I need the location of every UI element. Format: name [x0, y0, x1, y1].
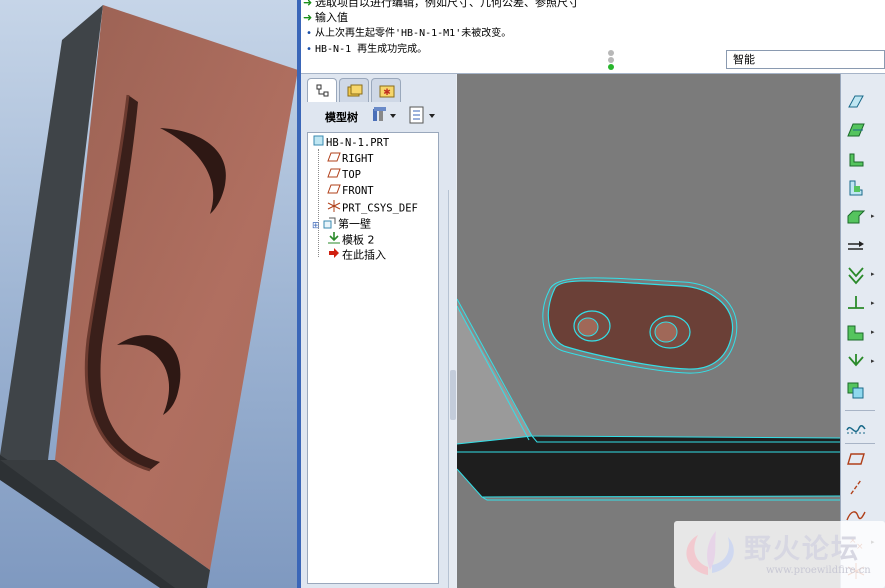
arrow-icon: ➜ [303, 0, 313, 9]
traffic-light-icon[interactable] [607, 50, 615, 70]
flange-wall-icon[interactable] [845, 148, 867, 170]
message-line: ➜ 输入值 [303, 11, 348, 24]
tree-item-front[interactable]: FRONT [326, 183, 374, 199]
merge-icon[interactable] [845, 380, 867, 402]
dropdown-arrow-icon[interactable]: ▸ [871, 299, 875, 307]
datum-plane-icon [326, 151, 342, 167]
watermark-title: 野火论坛 [744, 534, 860, 565]
expand-icon[interactable]: ⊞ [312, 218, 322, 234]
tab-model-tree[interactable] [307, 78, 337, 102]
twist-wall-icon[interactable] [845, 206, 867, 228]
tree-item-right[interactable]: RIGHT [326, 151, 374, 167]
dropdown-arrow-icon[interactable]: ▸ [871, 270, 875, 278]
tab-favorites[interactable]: ✱ [371, 78, 401, 102]
tree-toolbar: 模型树 [307, 104, 447, 128]
dropdown-arrow-icon[interactable]: ▸ [871, 328, 875, 336]
show-menu-icon[interactable] [371, 106, 397, 127]
message-line: • HB-N-1 再生成功完成。 [303, 42, 427, 57]
watermark-url: www.proewildfire.cn [766, 565, 871, 576]
form-icon[interactable] [845, 351, 867, 373]
flat-wall-icon[interactable] [845, 119, 867, 141]
message-area: ➜ 选取项目以进行编辑，例如尺寸、几何公差、参照尺寸 ➜ 输入值 • 从上次再生起零件… [301, 0, 885, 74]
dropdown-arrow-icon[interactable]: ▸ [871, 212, 875, 220]
datum-plane-tool-icon[interactable] [845, 448, 867, 470]
bend-icon[interactable] [845, 293, 867, 315]
dropdown-arrow-icon[interactable]: ▸ [871, 357, 875, 365]
tree-item-first-wall[interactable]: ⊞ 第一壁 [312, 215, 371, 231]
selection-filter[interactable]: 智能 [726, 50, 885, 69]
forum-watermark: 野火论坛 www.proewildfire.cn [674, 521, 885, 588]
tree-connector [318, 149, 319, 257]
graphics-window[interactable] [457, 74, 840, 588]
datum-plane-icon [326, 183, 342, 199]
svg-text:✱: ✱ [383, 88, 391, 98]
bullet-icon: • [305, 44, 313, 55]
bullet-icon: • [305, 28, 313, 39]
datum-curve-icon[interactable] [845, 418, 867, 440]
arrow-icon: ➜ [303, 11, 313, 24]
favorites-icon: ✱ [379, 85, 395, 98]
part-3d-render [0, 5, 297, 588]
tree-item-csys[interactable]: PRT_CSYS_DEF [326, 199, 418, 215]
corner-relief-icon[interactable] [845, 322, 867, 344]
insert-here-icon [326, 247, 342, 264]
settings-menu-icon[interactable] [407, 106, 439, 127]
message-line: • 从上次再生起零件'HB-N-1-M1'未被改变。 [303, 26, 511, 41]
tree-item-top[interactable]: TOP [326, 167, 361, 183]
sheetmetal-model-view [457, 74, 840, 588]
tree-item-insert-here[interactable]: 在此插入 [326, 247, 386, 263]
extend-wall-icon[interactable] [845, 235, 867, 257]
extrude-wall-icon[interactable] [845, 177, 867, 199]
message-line: ➜ 选取项目以进行编辑，例如尺寸、几何公差、参照尺寸 [303, 0, 579, 10]
panel-sash[interactable] [448, 74, 456, 190]
tree-item-template[interactable]: 模板 2 [326, 231, 375, 247]
datum-axis-icon[interactable] [845, 476, 867, 498]
tree-item-part[interactable]: HB-N-1.PRT [310, 135, 389, 151]
part-render-view [0, 0, 297, 588]
datum-plane-icon [326, 167, 342, 183]
model-tree-tab-icon [316, 84, 329, 97]
unbend-icon[interactable] [845, 264, 867, 286]
feature-toolbar: ▸ ▸ ▸ ▸ ▸ ×× ▸ [840, 74, 885, 588]
watermark-logo-icon [686, 531, 734, 575]
tab-folder-browser[interactable] [339, 78, 369, 102]
conversion-icon[interactable] [845, 90, 867, 112]
tree-title: 模型树 [325, 111, 358, 124]
pro-e-window: ➜ 选取项目以进行编辑，例如尺寸、几何公差、参照尺寸 ➜ 输入值 • 从上次再生起零件… [301, 0, 885, 588]
model-tree: HB-N-1.PRT RIGHT TOP FRONT PRT_CSYS_DEF … [307, 132, 439, 584]
navigator-panel: ✱ 模型树 HB-N-1.PRT RIGHT TOP FRONT PRT_CSY… [301, 74, 455, 588]
panel-scrollbar[interactable] [448, 190, 456, 588]
folder-icon [347, 84, 363, 97]
